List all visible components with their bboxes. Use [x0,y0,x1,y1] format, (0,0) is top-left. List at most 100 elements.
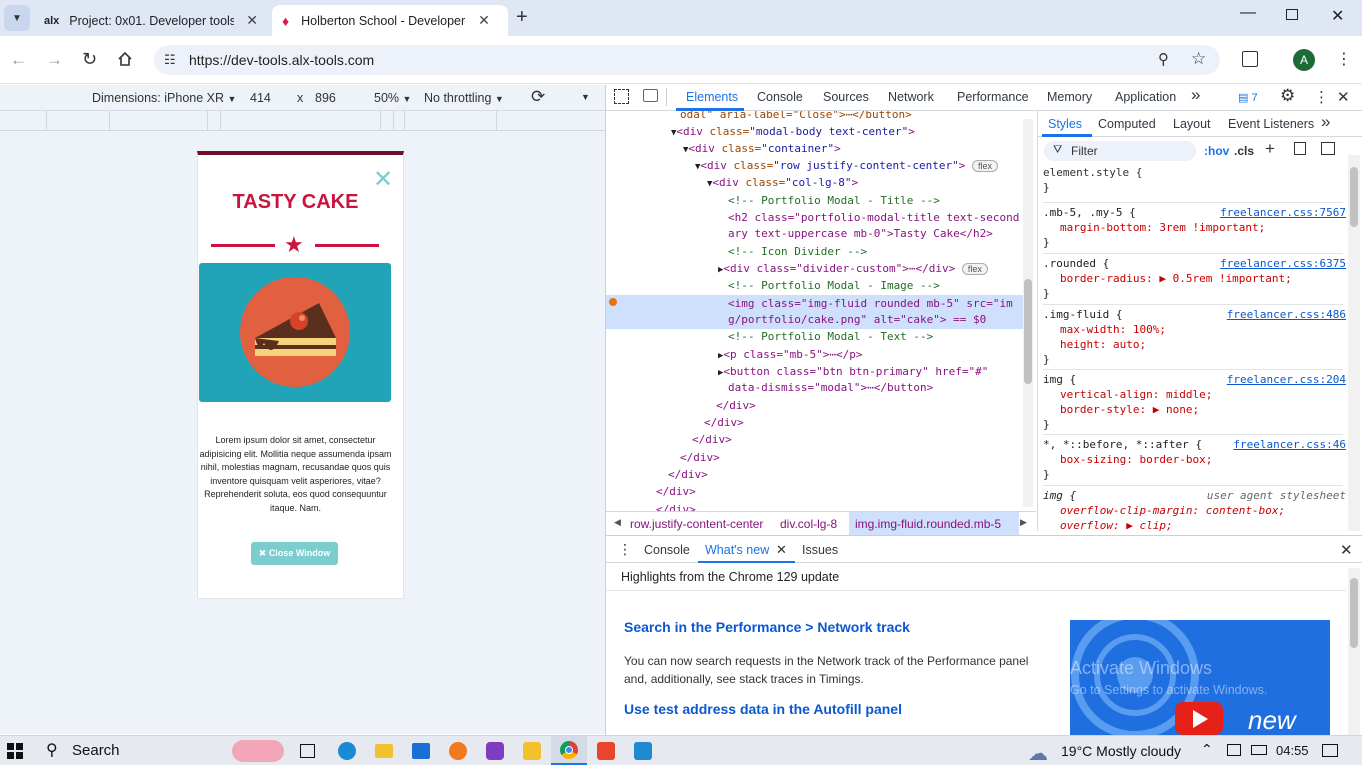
feature-heading-2[interactable]: Use test address data in the Autofill pa… [624,701,902,717]
dom-closer[interactable]: </div> [656,483,1036,500]
menu-kebab-icon[interactable]: ⋮ [1336,49,1352,69]
file-explorer-icon[interactable] [375,744,393,758]
tab-network[interactable]: Network [888,90,934,104]
new-tab-button[interactable]: + [516,6,528,29]
site-info-icon[interactable]: ☷ [164,52,176,68]
paint-icon[interactable] [1294,142,1306,155]
dom-closer[interactable]: </div> [680,449,1036,466]
restore-button[interactable] [1286,9,1298,20]
close-whats-new-icon[interactable]: ✕ [776,542,787,558]
elements-scrollbar[interactable] [1023,119,1033,507]
more-tabs-icon[interactable]: » [1191,85,1200,105]
drawer-tab-whats-new[interactable]: What's new [705,543,769,557]
rule-img-fluid[interactable]: .img-fluid { freelancer.css:486 max-widt… [1043,304,1346,369]
close-drawer-icon[interactable]: ✕ [1340,541,1353,559]
tab-sources[interactable]: Sources [823,90,869,104]
dom-closer[interactable]: </div> [668,466,1036,483]
avatar[interactable]: A [1293,49,1315,71]
dom-closer[interactable]: </div> [716,397,1036,414]
tab-holberton[interactable]: ♦ Holberton School - Developer t ✕ [272,5,508,36]
rule-ua-img[interactable]: img { user agent stylesheet overflow-cli… [1043,485,1346,531]
issues-counter[interactable]: ▤ 7 [1238,91,1258,104]
height-input[interactable]: 896 [315,91,336,105]
minimize-button[interactable]: — [1240,4,1256,22]
rule-img[interactable]: img { freelancer.css:204 vertical-align:… [1043,369,1346,434]
dom-comment[interactable]: <!-- Portfolio Modal - Text --> [728,328,1036,345]
breadcrumb-item-selected[interactable]: img.img-fluid.rounded.mb-5 [855,517,1001,531]
breadcrumb-item[interactable]: div.col-lg-8 [780,517,837,531]
drawer-tab-issues[interactable]: Issues [802,543,838,557]
rule-element-style[interactable]: element.style { } [1043,165,1343,202]
tab-elements[interactable]: Elements [686,90,738,104]
styles-filter[interactable]: ⛛ Filter [1044,141,1196,161]
tray-battery-icon[interactable] [1251,745,1267,755]
dom-closer[interactable]: </div> [692,431,1036,448]
weather-cloud-icon[interactable]: ☁ [1028,741,1048,765]
dom-line[interactable]: ▶<button class="btn btn-primary" href="#… [718,363,1036,380]
tab-project[interactable]: alx Project: 0x01. Developer tools | ✕ [34,5,270,36]
flex-badge[interactable]: flex [961,263,988,275]
rule-rounded[interactable]: .rounded { freelancer.css:6375 border-ra… [1043,253,1346,304]
dom-line[interactable]: odal" aria-label="Close">⋯</button> [680,111,1036,123]
dom-line[interactable]: ▶<div class="divider-custom">⋯</div> fle… [718,260,1036,277]
device-select[interactable]: Dimensions: iPhone XR ▼ [92,91,236,105]
tab-memory[interactable]: Memory [1047,90,1092,104]
drawer-tab-console[interactable]: Console [644,543,690,557]
inspect-element-icon[interactable] [614,89,629,104]
rule-source-link[interactable]: freelancer.css:46 [1233,437,1346,452]
width-input[interactable]: 414 [250,91,271,105]
sidebar-toggle-icon[interactable] [1321,142,1335,155]
more-options-icon[interactable]: ▼ [581,92,590,102]
dom-line[interactable]: ▼<div class="modal-body text-center"> [671,123,1036,140]
clock[interactable]: 04:55 [1276,743,1309,758]
close-window-page-button[interactable]: ✖ Close Window [251,542,338,565]
tab-event-listeners[interactable]: Event Listeners [1228,117,1314,131]
address-bar[interactable]: ☷ https://dev-tools.alx-tools.com ⚲ ☆ [154,45,1220,75]
close-tab-icon[interactable]: ✕ [478,12,490,29]
mail-icon[interactable] [412,743,430,759]
dom-comment[interactable]: <!-- Portfolio Modal - Title --> [728,192,1036,209]
tab-application[interactable]: Application [1115,90,1176,104]
zoom-select[interactable]: 50% ▼ [374,91,411,105]
dom-line[interactable]: ▼<div class="col-lg-8"> [707,174,1036,191]
close-tab-icon[interactable]: ✕ [246,12,258,29]
breadcrumb-right-icon[interactable]: ▶ [1020,517,1027,528]
tab-console[interactable]: Console [757,90,803,104]
app-icon[interactable] [486,742,504,760]
dom-closer[interactable]: </div> [656,501,1036,511]
office-icon[interactable] [597,742,615,760]
dom-closer[interactable]: </div> [704,414,1036,431]
tab-computed[interactable]: Computed [1098,117,1156,131]
feature-heading-1[interactable]: Search in the Performance > Network trac… [624,619,910,635]
dom-line[interactable]: ary text-uppercase mb-0">Tasty Cake</h2> [728,225,1028,242]
start-button[interactable] [7,743,23,759]
zoom-icon[interactable]: ⚲ [1158,50,1169,68]
vscode-icon[interactable] [634,742,652,760]
whats-new-video[interactable]: new Activate Windows Go to Settings to a… [1070,620,1330,735]
rule-universal[interactable]: *, *::before, *::after { freelancer.css:… [1043,434,1346,485]
settings-gear-icon[interactable]: ⚙ [1280,86,1295,106]
modal-close-icon[interactable]: ✕ [373,165,393,194]
dom-comment[interactable]: <!-- Portfolio Modal - Image --> [728,277,1036,294]
throttle-select[interactable]: No throttling ▼ [424,91,504,105]
back-icon[interactable]: ← [10,50,27,70]
breadcrumb-left-icon[interactable]: ◀ [614,517,621,528]
dom-line[interactable]: <img class="img-fluid rounded mb-5" src=… [728,295,1028,312]
bookmark-star-icon[interactable]: ☆ [1191,49,1206,69]
cls-toggle[interactable]: .cls [1234,144,1254,158]
dom-line[interactable]: data-dismiss="modal">⋯</button> [728,379,1036,396]
dom-comment[interactable]: <!-- Icon Divider --> [728,243,1036,260]
rotate-icon[interactable]: ⟳ [531,87,545,107]
dom-line[interactable]: ▼<div class="container"> [683,140,1036,157]
breadcrumb-item[interactable]: row.justify-content-center [630,517,763,531]
rule-source-link[interactable]: freelancer.css:204 [1227,372,1346,387]
edge-icon[interactable] [338,742,356,760]
chrome-icon[interactable] [551,736,587,765]
flex-badge[interactable]: flex [971,160,998,172]
tab-layout[interactable]: Layout [1173,117,1211,131]
dom-line[interactable]: ▶<p class="mb-5">⋯</p> [718,346,1036,363]
forward-icon[interactable]: → [46,50,63,70]
home-icon[interactable] [117,51,133,67]
rule-mb-5[interactable]: .mb-5, .my-5 { freelancer.css:7567 margi… [1043,202,1346,253]
drawer-scrollbar[interactable] [1348,568,1360,735]
